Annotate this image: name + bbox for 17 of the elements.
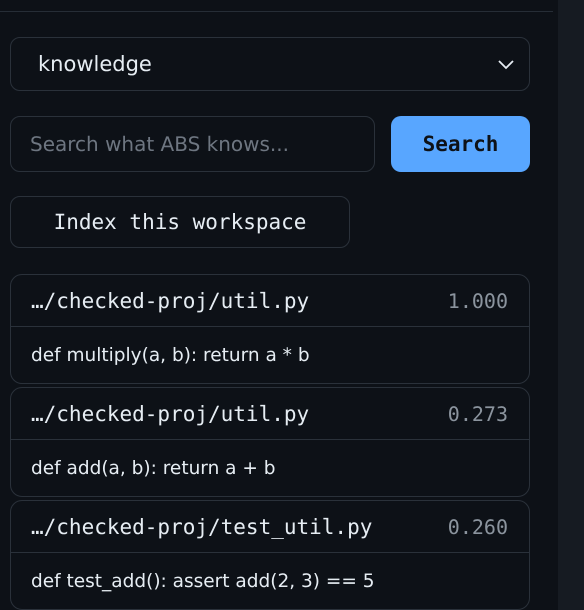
score: 1.000	[448, 288, 508, 312]
file-path: …/checked-proj/util.py	[31, 288, 310, 312]
code-snippet: def multiply(a, b): return a * b	[31, 344, 310, 366]
chevron-down-icon	[497, 58, 515, 70]
result-card[interactable]: …/checked-proj/util.py 0.273 def add(a, b): return a + b	[10, 387, 530, 497]
index-workspace-button[interactable]: Index this workspace	[10, 196, 350, 248]
code-snippet: def test_add(): assert add(2, 3) == 5	[31, 570, 374, 592]
score: 0.273	[448, 402, 508, 426]
search-field[interactable]: Search what ABS knows...	[10, 116, 375, 172]
result-card[interactable]: …/checked-proj/test_util.py 0.260 def test_add(): assert add(2, 3) == 5	[10, 500, 530, 610]
code-snippet: def add(a, b): return a + b	[31, 458, 276, 478]
scope-select[interactable]: knowledge	[10, 36, 530, 92]
result-card[interactable]: …/checked-proj/util.py 1.000 def multiply(a, b): return a * b	[10, 274, 530, 384]
file-path: …/checked-proj/util.py	[31, 402, 310, 426]
file-path: …/checked-proj/test_util.py	[31, 514, 372, 538]
score: 0.260	[448, 514, 508, 538]
search-button[interactable]: Search	[391, 116, 530, 172]
